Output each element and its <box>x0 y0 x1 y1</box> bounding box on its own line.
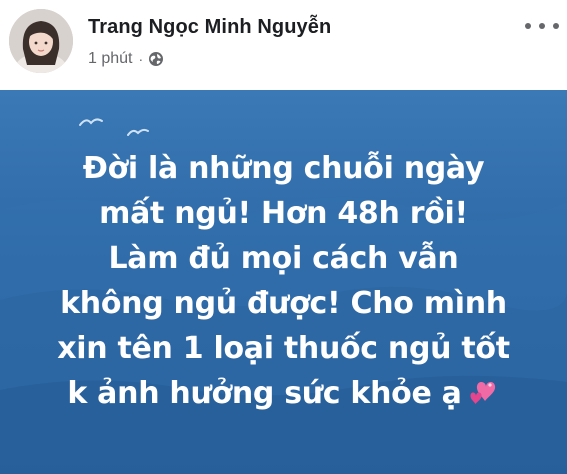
status-line: mất ngủ! Hơn 48h rồi! <box>99 196 468 231</box>
post-meta: 1 phút · <box>88 49 164 69</box>
status-line: Làm đủ mọi cách vẫn <box>108 241 459 276</box>
two-hearts-emoji <box>468 375 500 405</box>
status-text: Đời là những chuỗi ngày mất ngủ! Hơn 48h… <box>0 146 567 416</box>
status-line: xin tên 1 loại thuốc ngủ tốt <box>57 331 510 366</box>
avatar-photo <box>9 9 73 73</box>
more-dot <box>525 23 531 29</box>
status-line-last: k ảnh hưởng sức khỏe ạ <box>0 371 567 416</box>
facebook-post: Trang Ngọc Minh Nguyễn 1 phút · Đời là n… <box>0 0 567 474</box>
post-timestamp[interactable]: 1 phút <box>88 50 132 68</box>
status-line-text: k ảnh hưởng sức khỏe ạ <box>67 376 462 411</box>
status-line: Đời là những chuỗi ngày <box>82 151 485 186</box>
more-dot <box>539 23 545 29</box>
post-header: Trang Ngọc Minh Nguyễn 1 phút · <box>0 0 567 88</box>
birds-decoration <box>79 118 149 136</box>
avatar[interactable] <box>9 9 73 73</box>
status-line: không ngủ được! Cho mình <box>60 286 507 321</box>
meta-separator: · <box>138 51 144 67</box>
more-dot <box>553 23 559 29</box>
status-background-card: Đời là những chuỗi ngày mất ngủ! Hơn 48h… <box>0 90 567 474</box>
author-name[interactable]: Trang Ngọc Minh Nguyễn <box>88 16 331 39</box>
more-options-icon[interactable] <box>525 14 559 38</box>
globe-icon[interactable] <box>148 51 164 67</box>
